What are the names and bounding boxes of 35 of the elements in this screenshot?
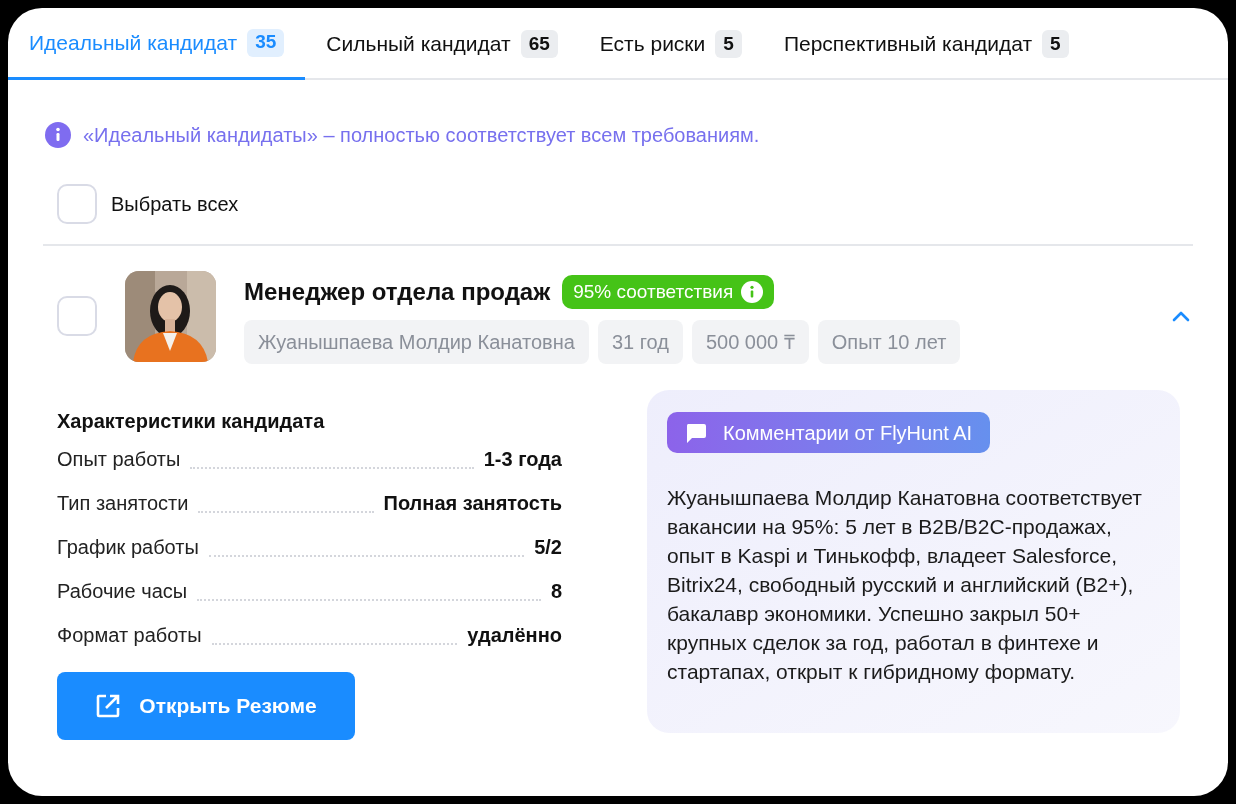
info-chip: 500 000 ₸ — [691, 320, 809, 364]
field-value: 8 — [550, 579, 562, 604]
field-value: удалённо — [467, 623, 562, 648]
field-value: 5/2 — [534, 535, 562, 560]
info-chip: 31 год — [597, 320, 683, 364]
info-chip: Жуанышпаева Молдир Канатовна — [244, 320, 589, 364]
info-icon — [741, 281, 764, 303]
field-value: Полная занятость — [383, 491, 562, 516]
count-badge: 5 — [715, 30, 742, 58]
tab[interactable]: Сильный кандидат 65 — [305, 8, 579, 80]
select-all-label: Выбрать всех — [111, 192, 239, 217]
info-chip: Опыт 10 лет — [817, 320, 961, 364]
count-badge: 5 — [1042, 30, 1069, 58]
tab[interactable]: Есть риски 5 — [578, 8, 763, 80]
ai-comment-text: Жуанышпаева Молдир Канатовна соответствует вакансии на 95%: 5 лет в B2B/B2C-продажах, опыт в Kaspi и Тинькофф, владеет Salesforce, Bitrix24, свободный русский и английский (B2+), бакалавр экономики. Успешно закрыл 50+ крупных сделок за год, работал в финтехе и стартапах, открыт к гибридному формату. — [667, 485, 1143, 685]
section-heading: Характеристики кандидата — [57, 409, 326, 434]
count-badge: 65 — [520, 30, 558, 58]
field-value: 1-3 года — [483, 447, 562, 472]
field-label: Рабочие часы — [57, 579, 188, 604]
external-link-icon — [95, 693, 122, 719]
ai-comment-badge: Комментарии от FlyHunt AI — [667, 412, 991, 453]
tab[interactable]: Перспективный кандидат 5 — [762, 8, 1090, 80]
field-label: Тип занятости — [57, 491, 189, 516]
info-icon — [45, 122, 71, 148]
chevron-up-icon[interactable] — [1172, 310, 1190, 322]
field-label: Опыт работы — [57, 447, 181, 472]
field-label: Формат работы — [57, 623, 202, 648]
job-title: Менеджер отдела продаж — [244, 277, 551, 307]
chat-icon — [685, 421, 707, 444]
count-badge: 35 — [247, 28, 285, 57]
checkbox[interactable] — [57, 296, 97, 336]
match-badge: 95% соответствия — [562, 275, 775, 309]
info-message: «Идеальный кандидаты» – полностью соответствует всем требованиям. — [83, 123, 760, 148]
field-label: График работы — [57, 535, 199, 560]
checkbox[interactable] — [57, 184, 97, 224]
